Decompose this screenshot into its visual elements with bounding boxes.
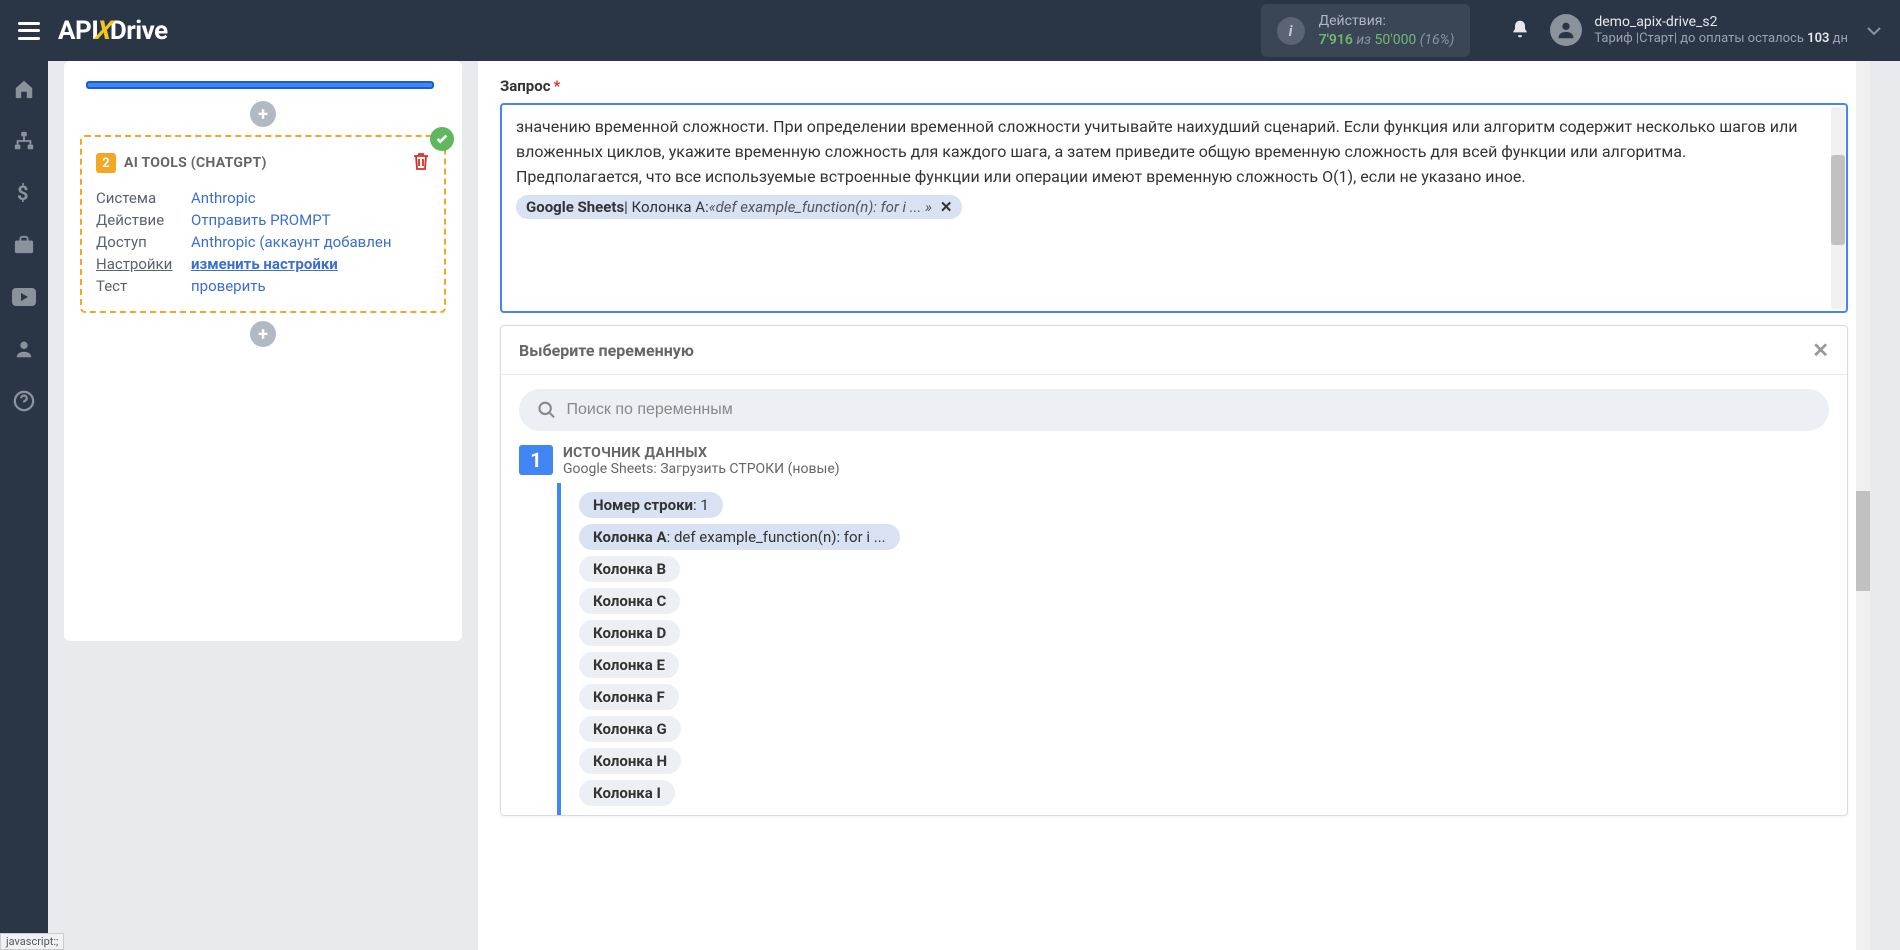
variable-option[interactable]: Колонка D: [579, 620, 680, 646]
variable-option[interactable]: Колонка I: [579, 780, 675, 806]
remove-tag-icon[interactable]: ✕: [940, 198, 953, 216]
variable-dropdown: Выберите переменную ✕ 1 ИСТОЧНИК ДАННЫХ …: [500, 325, 1848, 816]
test-value[interactable]: проверить: [191, 277, 266, 295]
request-text: значению временной сложности. При опреде…: [516, 115, 1832, 189]
hamburger-menu[interactable]: [18, 22, 40, 40]
info-icon: i: [1277, 17, 1305, 45]
trash-icon[interactable]: [412, 151, 430, 175]
source-subtitle: Google Sheets: Загрузить СТРОКИ (новые): [563, 461, 840, 477]
test-label: Тест: [96, 277, 191, 295]
variable-option[interactable]: Колонка B: [579, 556, 680, 582]
search-input-wrap[interactable]: [519, 389, 1829, 431]
user-info: demo_apix-drive_s2 Тариф |Старт| до опла…: [1594, 13, 1848, 48]
variable-option[interactable]: Колонка A: def example_function(n): for …: [579, 524, 900, 550]
system-value[interactable]: Anthropic: [191, 189, 256, 207]
variable-option[interactable]: Колонка E: [579, 652, 679, 678]
youtube-icon[interactable]: [12, 285, 36, 309]
status-bar-link: javascript:;: [0, 933, 64, 950]
briefcase-icon[interactable]: [12, 233, 36, 257]
chevron-down-icon[interactable]: [1866, 21, 1882, 40]
panel-scroll-thumb[interactable]: [1856, 491, 1870, 591]
main-content: Запрос* значению временной сложности. Пр…: [478, 61, 1870, 950]
system-label: Система: [96, 189, 191, 207]
action-label: Действие: [96, 211, 191, 229]
sidebar: $: [0, 61, 48, 950]
top-header: APIXDrive i Действия: 7'916 из 50'000 (1…: [0, 0, 1900, 61]
request-input[interactable]: значению временной сложности. При опреде…: [500, 103, 1848, 313]
variable-list: Номер строки: 1 Колонка A: def example_fu…: [557, 483, 1847, 815]
workflow-panel: + 2 AI TOOLS (CHATGPT) СистемаAnthropic …: [64, 61, 462, 641]
step-title: AI TOOLS (CHATGPT): [124, 155, 412, 171]
add-step-bottom-button[interactable]: +: [250, 321, 276, 347]
dropdown-title: Выберите переменную: [519, 341, 1812, 360]
check-icon: [430, 127, 454, 151]
step-number-badge: 2: [96, 153, 116, 173]
variable-option[interactable]: Колонка G: [579, 716, 681, 742]
user-icon[interactable]: [12, 337, 36, 361]
bell-icon[interactable]: [1510, 18, 1530, 44]
search-input[interactable]: [567, 401, 1811, 419]
close-icon[interactable]: ✕: [1812, 338, 1829, 362]
variable-option[interactable]: Колонка F: [579, 684, 679, 710]
access-label: Доступ: [96, 233, 191, 251]
action-value[interactable]: Отправить PROMPT: [191, 211, 331, 229]
step-1-bar[interactable]: [86, 81, 434, 89]
variable-tag[interactable]: Google Sheets | Колонка A: «def example_…: [516, 195, 962, 219]
avatar-icon: [1550, 14, 1582, 46]
settings-value[interactable]: изменить настройки: [191, 255, 338, 273]
variable-option[interactable]: Колонка C: [579, 588, 680, 614]
add-step-top-button[interactable]: +: [250, 101, 276, 127]
variable-option[interactable]: Номер строки: 1: [579, 492, 723, 518]
actions-counter[interactable]: i Действия: 7'916 из 50'000 (16%): [1261, 4, 1471, 56]
access-value[interactable]: Anthropic (аккаунт добавлен: [191, 233, 392, 251]
variable-option[interactable]: Колонка H: [579, 748, 681, 774]
request-label: Запрос*: [500, 77, 1870, 95]
settings-label: Настройки: [96, 255, 191, 273]
help-icon[interactable]: [12, 389, 36, 413]
step-2-card[interactable]: 2 AI TOOLS (CHATGPT) СистемаAnthropic Де…: [80, 135, 446, 313]
logo-drive: Drive: [110, 16, 168, 46]
user-block[interactable]: demo_apix-drive_s2 Тариф |Старт| до опла…: [1550, 13, 1882, 48]
dollar-icon[interactable]: $: [12, 181, 36, 205]
hierarchy-icon[interactable]: [12, 129, 36, 153]
search-icon: [537, 400, 557, 420]
home-icon[interactable]: [12, 77, 36, 101]
svg-text:$: $: [17, 182, 28, 204]
logo[interactable]: APIXDrive: [58, 16, 168, 46]
source-number-badge: 1: [519, 445, 553, 475]
textarea-scroll-thumb[interactable]: [1831, 155, 1845, 245]
logo-api: API: [58, 16, 98, 46]
actions-text: Действия: 7'916 из 50'000 (16%): [1319, 12, 1455, 48]
source-title: ИСТОЧНИК ДАННЫХ: [563, 445, 840, 461]
